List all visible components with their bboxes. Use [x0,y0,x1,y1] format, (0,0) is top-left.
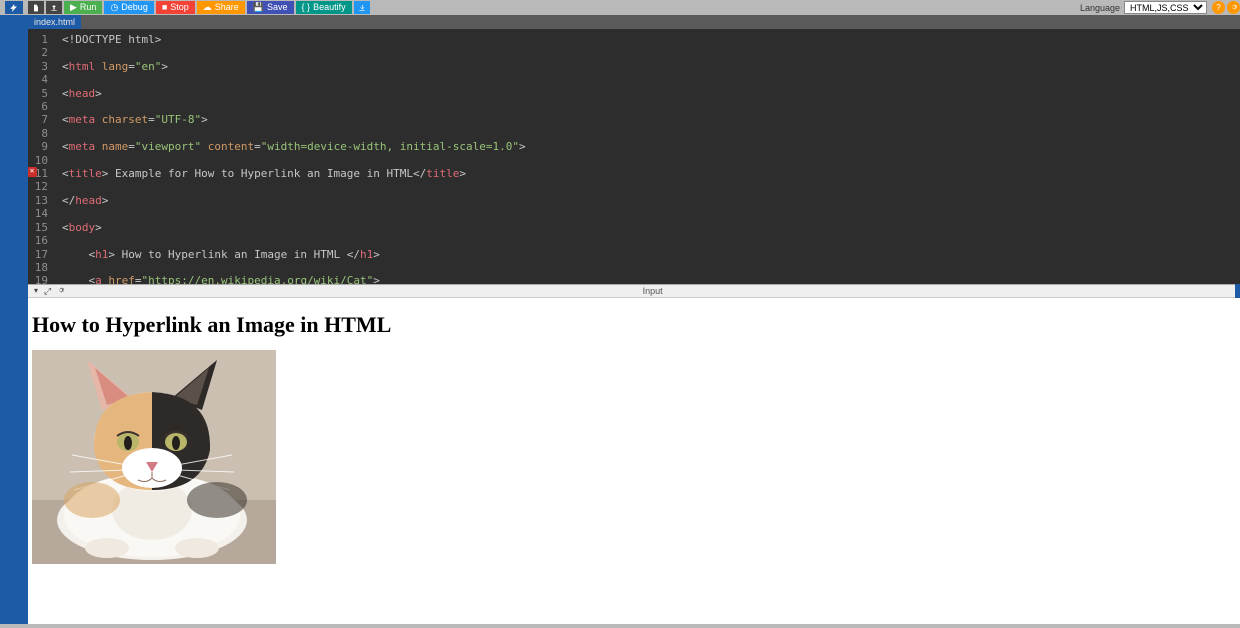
save-button[interactable]: 💾 Save [247,1,294,14]
settings-button[interactable] [1227,1,1240,14]
site-logo[interactable] [0,0,28,15]
file-tab-bar: index.html [28,15,1240,29]
download-button[interactable] [354,1,370,14]
expand-pane-icon[interactable]: ⤢ [44,286,51,297]
bolt-icon [5,1,23,14]
debug-label: Debug [121,1,148,14]
beautify-label: Beautify [313,1,346,14]
stop-icon: ■ [162,1,167,14]
save-icon: 💾 [253,1,264,14]
upload-button[interactable] [46,1,62,14]
save-label: Save [267,1,288,14]
code-lines[interactable]: <!DOCTYPE html> <html lang="en"> <head> … [56,29,1240,284]
pane-divider[interactable]: ▾ ⤢ Input [28,284,1240,298]
debug-button[interactable]: ◷ Debug [104,1,153,14]
preview-image-link[interactable] [32,350,276,564]
help-icon: ? [1216,3,1220,12]
language-select[interactable]: HTML,JS,CSS [1124,1,1207,14]
braces-icon: { } [302,1,311,14]
pane-label: Input [65,286,1240,296]
file-tab-label: index.html [34,17,75,27]
beautify-button[interactable]: { } Beautify [296,1,352,14]
language-label: Language [1080,3,1120,13]
preview-image [32,350,276,564]
help-button[interactable]: ? [1212,1,1225,14]
run-button[interactable]: ▶ Run [64,1,102,14]
stop-label: Stop [170,1,189,14]
stop-button[interactable]: ■ Stop [156,1,195,14]
collapse-pane-icon[interactable]: ▾ [34,286,38,297]
language-selector: Language HTML,JS,CSS [1080,0,1210,15]
gear-icon [1230,3,1238,13]
code-editor[interactable]: 12345678910111213141516171819 <!DOCTYPE … [28,29,1240,284]
share-icon: ☁ [203,1,212,14]
status-bar [0,624,1240,628]
line-number-gutter: 12345678910111213141516171819 [28,29,52,284]
share-label: Share [215,1,239,14]
preview-heading: How to Hyperlink an Image in HTML [32,312,1236,338]
file-tab-index[interactable]: index.html [28,15,82,29]
left-sidebar [0,15,28,624]
clock-icon: ◷ [110,1,118,14]
pane-settings-icon[interactable] [57,286,65,297]
share-button[interactable]: ☁ Share [197,1,245,14]
run-label: Run [80,1,97,14]
right-strip [1235,284,1240,298]
new-file-button[interactable] [28,1,44,14]
top-toolbar: ▶ Run ◷ Debug ■ Stop ☁ Share 💾 Save { } … [0,0,1240,15]
preview-pane: How to Hyperlink an Image in HTML [28,298,1240,624]
play-icon: ▶ [70,1,77,14]
